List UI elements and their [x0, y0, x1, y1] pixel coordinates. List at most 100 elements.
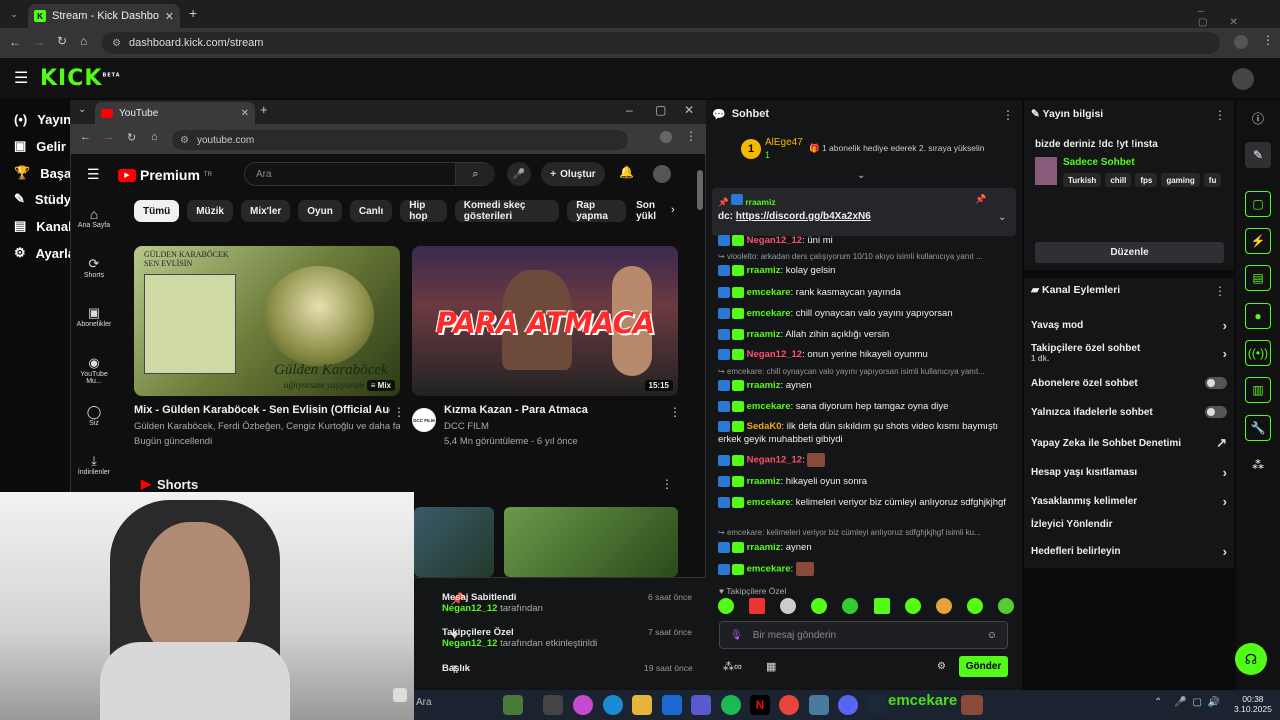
notifications-bell-icon[interactable]: 🔔 [619, 165, 634, 179]
chat-username[interactable]: rraamiz [747, 476, 781, 487]
support-headset-icon[interactable]: ☊ [1235, 643, 1267, 675]
store-icon[interactable]: ▦ [766, 660, 776, 673]
chat-username[interactable]: rraamiz [747, 265, 781, 276]
microphone-icon[interactable]: 🎙 [730, 630, 743, 641]
yt-side-home[interactable]: ⌂ Ana Sayfa [72, 206, 116, 229]
kick-logo[interactable]: KICKBETA [40, 66, 121, 91]
site-info-icon[interactable]: ⚙ [180, 135, 189, 146]
send-button[interactable]: Gönder [959, 656, 1008, 677]
toggle-switch[interactable] [1205, 377, 1227, 389]
emote-icon[interactable] [935, 598, 952, 614]
site-info-icon[interactable]: ⚙ [112, 38, 121, 49]
copilot-icon[interactable] [573, 695, 593, 715]
clock[interactable]: 00:38 3.10.2025 [1234, 694, 1272, 714]
chat-username[interactable]: emcekare [747, 287, 791, 298]
chat-username[interactable]: rraamiz [747, 329, 781, 340]
chat-input[interactable]: 🎙 Bir mesaj gönderin ☺ [719, 621, 1008, 649]
channel-action-item[interactable]: Takipçilere özel sohbet 1 dk. › [1031, 343, 1227, 363]
broadcast-icon[interactable]: ((•)) [1245, 340, 1271, 366]
video-channel[interactable]: DCC FILM [444, 421, 489, 432]
chat-username[interactable]: emcekare [747, 308, 791, 319]
channel-action-item[interactable]: Hesap yaşı kısıtlaması › [1031, 465, 1227, 480]
address-bar[interactable]: ⚙ dashboard.kick.com/stream [102, 32, 1220, 54]
nav-item-studyo[interactable]: ✎ Stüdyo [0, 186, 79, 212]
chat-bubble-icon[interactable]: ● [1245, 303, 1271, 329]
chevron-right-icon[interactable]: › [671, 204, 675, 216]
document-icon[interactable]: ▤ [1245, 265, 1271, 291]
emote-icon[interactable] [811, 598, 828, 614]
chat-username[interactable]: emcekare [747, 564, 791, 575]
emote-icon[interactable] [904, 598, 921, 614]
channel-action-item[interactable]: Abonelere özel sohbet [1031, 377, 1227, 389]
user-avatar[interactable] [1232, 68, 1254, 90]
app-icon[interactable] [809, 695, 829, 715]
chip[interactable]: Son yükl [634, 200, 670, 222]
layout-icon[interactable]: ▥ [1245, 377, 1271, 403]
teams-icon[interactable] [691, 695, 711, 715]
menu-dots-icon[interactable]: ⋮ [1214, 108, 1226, 122]
microphone-icon[interactable]: 🎤 [507, 162, 531, 186]
discord-icon[interactable] [838, 695, 858, 715]
back-icon[interactable]: ← [9, 35, 21, 49]
video-thumbnail[interactable]: GÜLDEN KARABÖCEK SEN EVLİSİN Gülden Karab… [134, 246, 400, 396]
chat-users-icon[interactable]: ⁂∞ [723, 660, 742, 673]
reload-icon[interactable]: ↻ [57, 34, 67, 48]
emote-icon[interactable] [749, 598, 766, 614]
forward-icon[interactable]: → [103, 131, 114, 143]
netflix-icon[interactable]: N [750, 695, 770, 715]
task-view-icon[interactable] [543, 695, 563, 715]
nav-item-ayarlar[interactable]: ⚙ Ayarla [0, 240, 75, 266]
menu-dots-icon[interactable]: ⋮ [1214, 284, 1226, 298]
nav-item-yayin[interactable]: (•) Yayın [0, 106, 71, 132]
chat-username[interactable]: rraamiz [747, 542, 781, 553]
tab-list-icon[interactable]: ⌄ [78, 104, 86, 115]
emote-icon[interactable] [873, 598, 890, 614]
yt-logo[interactable]: ▶ Premium TR [118, 167, 212, 183]
emote-icon[interactable] [966, 598, 983, 614]
channel-action-item[interactable]: Hedefleri belirleyin › [1031, 544, 1227, 559]
channel-action-item[interactable]: Yapay Zeka ile Sohbet Denetimi ↗ [1031, 435, 1227, 451]
yt-side-shorts[interactable]: ⟳ Shorts [72, 256, 116, 279]
chat-username[interactable]: SedaK0 [747, 421, 782, 432]
yt-side-you[interactable]: ◯ Siz [72, 404, 116, 427]
yt-search-input[interactable]: Ara ⌕ [244, 162, 495, 186]
menu-dots-icon[interactable]: ⋮ [685, 129, 697, 143]
short-thumbnail[interactable] [414, 507, 494, 577]
chip[interactable]: Hip hop [400, 200, 447, 222]
settings-gear-icon[interactable]: ⚙ [937, 661, 946, 672]
home-icon[interactable]: ⌂ [80, 34, 87, 48]
emote-icon[interactable] [842, 598, 859, 614]
channel-avatar[interactable]: DCC FILM [412, 408, 436, 432]
dots-cluster-icon[interactable]: ⁂ [1245, 452, 1271, 478]
chat-username[interactable]: emcekare [747, 497, 791, 508]
menu-dots-icon[interactable]: ⋮ [1262, 33, 1274, 47]
maximize-icon[interactable]: ▢ [655, 103, 666, 117]
chevron-down-icon[interactable]: ⌄ [998, 212, 1006, 223]
yt-avatar[interactable] [653, 165, 671, 183]
emote-icon[interactable] [780, 598, 797, 614]
app-icon[interactable] [961, 695, 983, 715]
minimize-icon[interactable]: – [626, 103, 633, 117]
search-icon[interactable]: ⌕ [455, 163, 495, 185]
video-title[interactable]: Mix - Gülden Karaböcek - Sen Evlisin (Of… [134, 404, 390, 416]
emote-icon[interactable] [718, 598, 734, 614]
yt-side-music[interactable]: ◉ YouTube Mu... [72, 355, 116, 385]
youtube-address-bar[interactable]: ⚙ youtube.com [172, 130, 628, 150]
short-thumbnail[interactable] [504, 507, 678, 577]
lightning-icon[interactable]: ⚡ [1245, 228, 1271, 254]
more-icon[interactable]: ⋮ [661, 477, 673, 491]
edit-icon[interactable]: ✎ [1245, 142, 1271, 168]
toggle-switch[interactable] [1205, 406, 1227, 418]
file-explorer-icon[interactable] [632, 695, 652, 715]
browser-tab[interactable]: K Stream - Kick Dashboard ✕ [28, 4, 180, 28]
video-thumbnail[interactable]: PARA ATMACA 15:15 [412, 246, 678, 396]
chat-menu-icon[interactable]: ⋮ [1002, 108, 1014, 122]
nav-item-basarilar[interactable]: 🏆 Başarıl [0, 160, 84, 186]
channel-action-item[interactable]: Yasaklanmış kelimeler › [1031, 494, 1227, 509]
back-icon[interactable]: ← [80, 131, 91, 143]
channel-action-item[interactable]: Yalnızca ifadelerle sohbet [1031, 406, 1227, 418]
chat-username[interactable]: Negan12_12 [747, 235, 802, 246]
video-title[interactable]: Kızma Kazan - Para Atmaca [444, 404, 664, 416]
pin-icon[interactable]: 📌 [975, 194, 986, 205]
close-icon[interactable]: ✕ [241, 108, 249, 119]
